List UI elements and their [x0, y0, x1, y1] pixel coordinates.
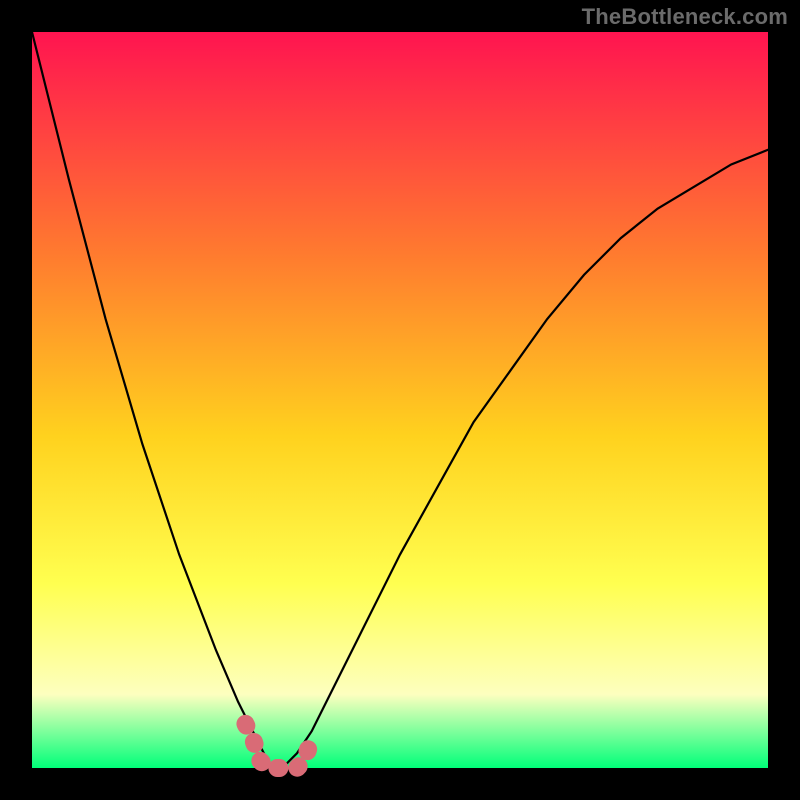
plot-area — [32, 32, 768, 768]
bottleneck-chart — [0, 0, 800, 800]
chart-container: { "watermark": "TheBottleneck.com", "col… — [0, 0, 800, 800]
watermark-text: TheBottleneck.com — [582, 4, 788, 30]
